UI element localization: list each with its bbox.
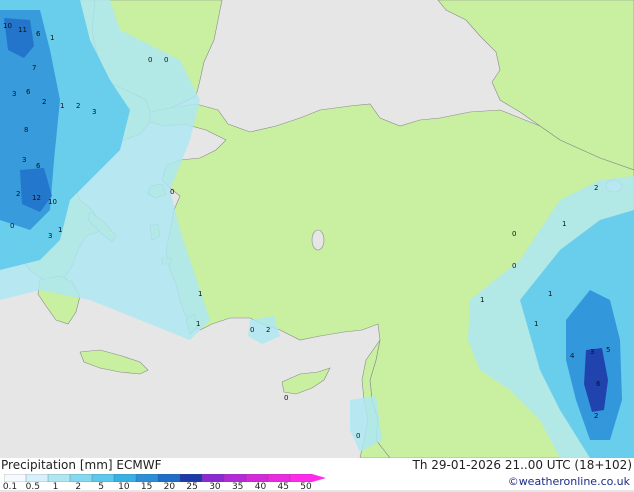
precip-value: 3 [92, 108, 96, 116]
precip-value: 10 [48, 198, 57, 206]
scale-tick-label: 30 [209, 482, 221, 492]
scale-cell [25, 474, 49, 482]
scale-cell [223, 474, 247, 482]
precip-value: 1 [60, 102, 64, 110]
precip-value: 2 [16, 190, 20, 198]
precip-value: 0 [250, 326, 254, 334]
scale-cell [135, 474, 159, 482]
precip-value: 4 [570, 352, 575, 360]
scale-tick-label: 5 [98, 482, 104, 492]
model-name: ECMWF [116, 458, 162, 472]
precip-value: 7 [32, 64, 36, 72]
legend-title: Precipitation [mm] [1, 458, 113, 472]
precip-value: 2 [266, 326, 270, 334]
scale-cell [267, 474, 291, 482]
color-scale [4, 474, 326, 482]
precip-value: 1 [480, 296, 484, 304]
scale-arrow-icon [312, 474, 326, 482]
precip-value: 3 [590, 348, 594, 356]
precip-value: 10 [3, 22, 12, 30]
precip-value: 0 [512, 262, 516, 270]
precip-value: 6 [36, 30, 41, 38]
precip-value: 1 [562, 220, 566, 228]
precip-value: 3 [12, 90, 16, 98]
scale-cell [245, 474, 269, 482]
precip-value: 0 [164, 56, 168, 64]
precip-value: 2 [594, 184, 598, 192]
precip-value: 2 [594, 412, 598, 420]
scale-cell [4, 474, 27, 482]
precip-value: 12 [32, 194, 41, 202]
legend-title-group: Precipitation [mm] ECMWF [1, 458, 161, 472]
precip-value: 0 [148, 56, 152, 64]
legend-bar: Precipitation [mm] ECMWF Th 29-01-2026 2… [0, 458, 634, 492]
precip-value: 3 [22, 156, 26, 164]
precip-value: 0 [356, 432, 360, 440]
precipitation-map: 10 11 6 7 1 3 6 2 1 2 3 8 6 3 2 12 10 0 … [0, 0, 634, 458]
scale-cell [91, 474, 115, 482]
scale-tick-label: 10 [118, 482, 130, 492]
precip-value: 0 [10, 222, 14, 230]
scale-tick-label: 0.5 [25, 482, 40, 492]
precip-value: 5 [606, 346, 610, 354]
scale-tick-label: 45 [277, 482, 289, 492]
valid-time: Th 29-01-2026 21..00 UTC (18+102) [412, 458, 632, 472]
precip-value: 6 [36, 162, 41, 170]
credit-link[interactable]: ©weatheronline.co.uk [508, 475, 630, 488]
precip-value: 3 [48, 232, 52, 240]
lake-tuz [311, 229, 325, 251]
precip-value: 1 [198, 290, 202, 298]
scale-tick-label: 20 [163, 482, 176, 492]
precip-value: 0 [284, 394, 288, 402]
precip-value: 2 [42, 98, 46, 106]
scale-cell [179, 474, 203, 482]
precip-value: 6 [596, 380, 601, 388]
scale-cell [289, 474, 313, 482]
precip-value: 11 [18, 26, 27, 34]
scale-tick-label: 0.1 [2, 482, 18, 492]
precip-value: 0 [512, 230, 516, 238]
scale-cell [69, 474, 93, 482]
scale-cell [157, 474, 181, 482]
precip-value: 8 [24, 126, 28, 134]
precip-value: 2 [76, 102, 80, 110]
precip-value: 6 [26, 88, 31, 96]
precip-value: 1 [58, 226, 62, 234]
scale-tick-label: 40 [254, 482, 267, 492]
scale-tick-label: 50 [300, 482, 312, 492]
precip-value: 1 [50, 34, 54, 42]
precip-value: 1 [534, 320, 538, 328]
scale-tick-label: 35 [231, 482, 244, 492]
precip-value: 1 [548, 290, 552, 298]
scale-tick-label: 15 [140, 482, 153, 492]
scale-tick-label: 25 [186, 482, 198, 492]
scale-cell [113, 474, 137, 482]
precip-value: 1 [196, 320, 200, 328]
scale-cell [47, 474, 71, 482]
scale-cell [201, 474, 225, 482]
precip-value: 0 [170, 188, 174, 196]
scale-tick-label: 1 [52, 482, 59, 492]
scale-tick-label: 2 [75, 482, 82, 492]
